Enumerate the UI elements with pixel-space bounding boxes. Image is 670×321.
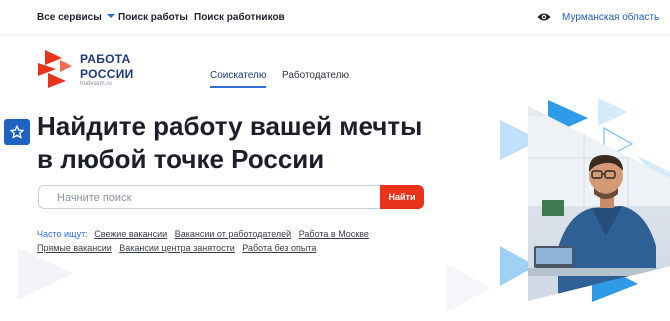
hero-illustration bbox=[500, 98, 670, 302]
all-services-label: Все сервисы bbox=[37, 12, 102, 23]
popular-link-employment-center[interactable]: Вакансии центра занятости bbox=[119, 243, 235, 253]
star-icon bbox=[10, 125, 24, 139]
page-title-line2: в любой точке России bbox=[37, 144, 325, 174]
search-input[interactable] bbox=[55, 189, 379, 207]
search-bar: Найти bbox=[38, 185, 424, 209]
page-title: Найдите работу вашей мечты в любой точке… bbox=[37, 110, 457, 176]
popular-link-no-experience[interactable]: Работа без опыта bbox=[242, 243, 316, 253]
decorative-triangle-bottom bbox=[446, 263, 491, 313]
popular-link-employer-vacancies[interactable]: Вакансии от работодателей bbox=[175, 229, 291, 239]
popular-link-work-in-moscow[interactable]: Работа в Москве bbox=[299, 229, 369, 239]
tab-applicant[interactable]: Соискателю bbox=[210, 70, 267, 88]
all-services-menu[interactable]: Все сервисы bbox=[37, 12, 115, 23]
logo-mark-icon bbox=[38, 50, 72, 88]
job-search-link[interactable]: Поиск работы bbox=[118, 12, 188, 23]
eye-icon[interactable] bbox=[537, 12, 551, 22]
tab-employer[interactable]: Работодателю bbox=[282, 70, 349, 81]
popular-searches: Часто ищут: Свежие вакансии Вакансии от … bbox=[37, 227, 437, 255]
top-navigation-bar: Все сервисы Поиск работы Поиск работнико… bbox=[0, 0, 670, 35]
logo-text-line2: РОССИИ bbox=[80, 67, 134, 81]
search-button[interactable]: Найти bbox=[380, 185, 424, 209]
favorites-button[interactable] bbox=[4, 119, 30, 145]
site-logo[interactable]: РАБОТА РОССИИ trudvsem.ru bbox=[36, 48, 146, 90]
logo-text-line1: РАБОТА bbox=[80, 52, 131, 66]
decorative-triangle-left bbox=[18, 248, 73, 300]
worker-search-link[interactable]: Поиск работников bbox=[194, 12, 285, 23]
chevron-down-icon bbox=[106, 14, 115, 18]
region-selector[interactable]: Мурманская область bbox=[562, 12, 659, 23]
popular-link-fresh-vacancies[interactable]: Свежие вакансии bbox=[94, 229, 167, 239]
logo-domain: trudvsem.ru bbox=[80, 81, 112, 87]
page-title-line1: Найдите работу вашей мечты bbox=[37, 111, 423, 141]
